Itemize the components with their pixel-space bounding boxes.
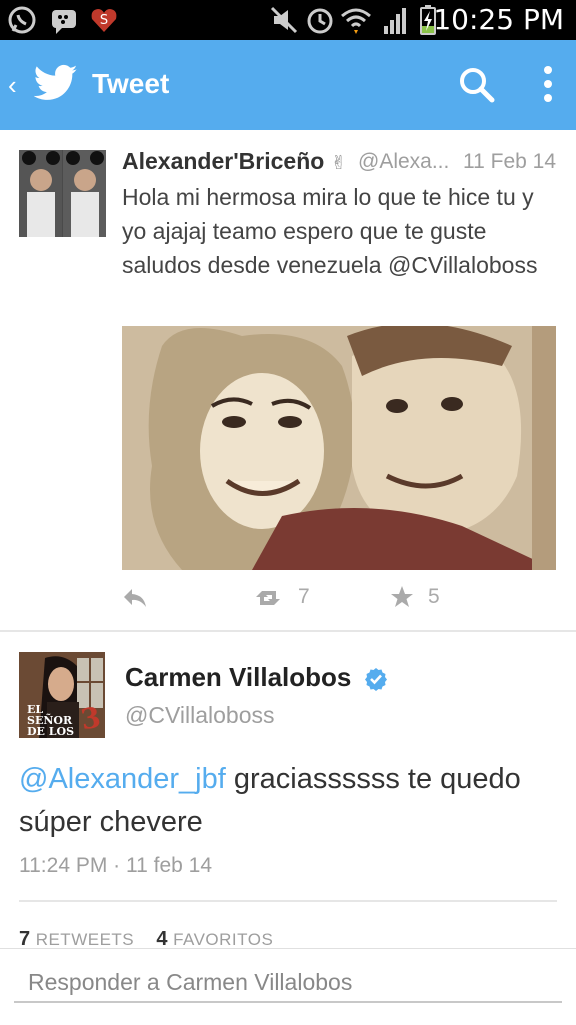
tweet-text: @Alexander_jbf graciassssss te quedo súp…: [19, 758, 559, 844]
retweets-label[interactable]: RETWEETS: [36, 930, 134, 949]
tweet-timestamp: 11:24 PM · 11 feb 14: [19, 854, 213, 877]
reply-input[interactable]: [14, 963, 562, 1003]
peace-emoji-icon: ✌: [330, 152, 347, 174]
parent-tweet[interactable]: Alexander'Briceño ✌ @Alexa... 11 Feb 14 …: [0, 130, 576, 630]
divider: [19, 900, 557, 902]
favorites-label[interactable]: FAVORITOS: [173, 930, 273, 949]
more-vertical-icon[interactable]: [540, 64, 556, 104]
status-bar: S 10:25 PM: [0, 0, 576, 40]
svg-text:S: S: [100, 13, 108, 28]
author-handle[interactable]: @Alexa...: [358, 150, 449, 174]
wifi-icon: [341, 8, 371, 34]
status-time: 10:25 PM: [433, 3, 564, 36]
star-icon[interactable]: [390, 585, 414, 609]
mention-link[interactable]: @Alexander_jbf: [19, 763, 226, 795]
avatar[interactable]: [19, 150, 106, 237]
chevron-left-icon[interactable]: ‹: [8, 70, 17, 101]
reply-bar: [0, 948, 576, 1025]
avatar[interactable]: EL SEÑOR DE LOS CIELOS 3 3: [19, 652, 105, 738]
bbm-icon: [52, 10, 76, 34]
retweets-count[interactable]: 7: [19, 928, 30, 950]
author-name[interactable]: Alexander'Briceño ✌: [122, 148, 347, 175]
favorite-count: 5: [428, 585, 440, 608]
author-name[interactable]: Carmen Villalobos: [125, 662, 351, 693]
retweet-count: 7: [298, 585, 310, 608]
reply-icon[interactable]: [122, 587, 148, 609]
swiftkey-icon: S: [91, 9, 117, 32]
author-handle[interactable]: @CVillaloboss: [125, 702, 275, 729]
search-icon[interactable]: [458, 66, 496, 104]
whatsapp-icon: [8, 6, 36, 34]
tweet-photo[interactable]: [122, 326, 556, 570]
alarm-icon: [307, 8, 333, 34]
action-bar: ‹ Tweet: [0, 40, 576, 130]
verified-badge-icon: [365, 668, 387, 691]
tweet-actions: 7 5: [122, 585, 562, 615]
tweet-text: Hola mi hermosa mira lo que te hice tu y…: [122, 184, 538, 278]
retweet-icon[interactable]: [256, 587, 286, 609]
page-title: Tweet: [92, 68, 170, 99]
favorites-count[interactable]: 4: [156, 928, 167, 950]
main-tweet: EL SEÑOR DE LOS CIELOS 3 3 Carmen Villal…: [0, 632, 576, 952]
avatar-caption: EL SEÑOR DE LOS CIELOS 3: [27, 703, 86, 738]
twitter-bird-icon[interactable]: [34, 64, 78, 102]
tweet-date: 11 Feb 14: [462, 150, 556, 173]
signal-icon: [384, 8, 406, 34]
mute-icon: [270, 6, 298, 34]
